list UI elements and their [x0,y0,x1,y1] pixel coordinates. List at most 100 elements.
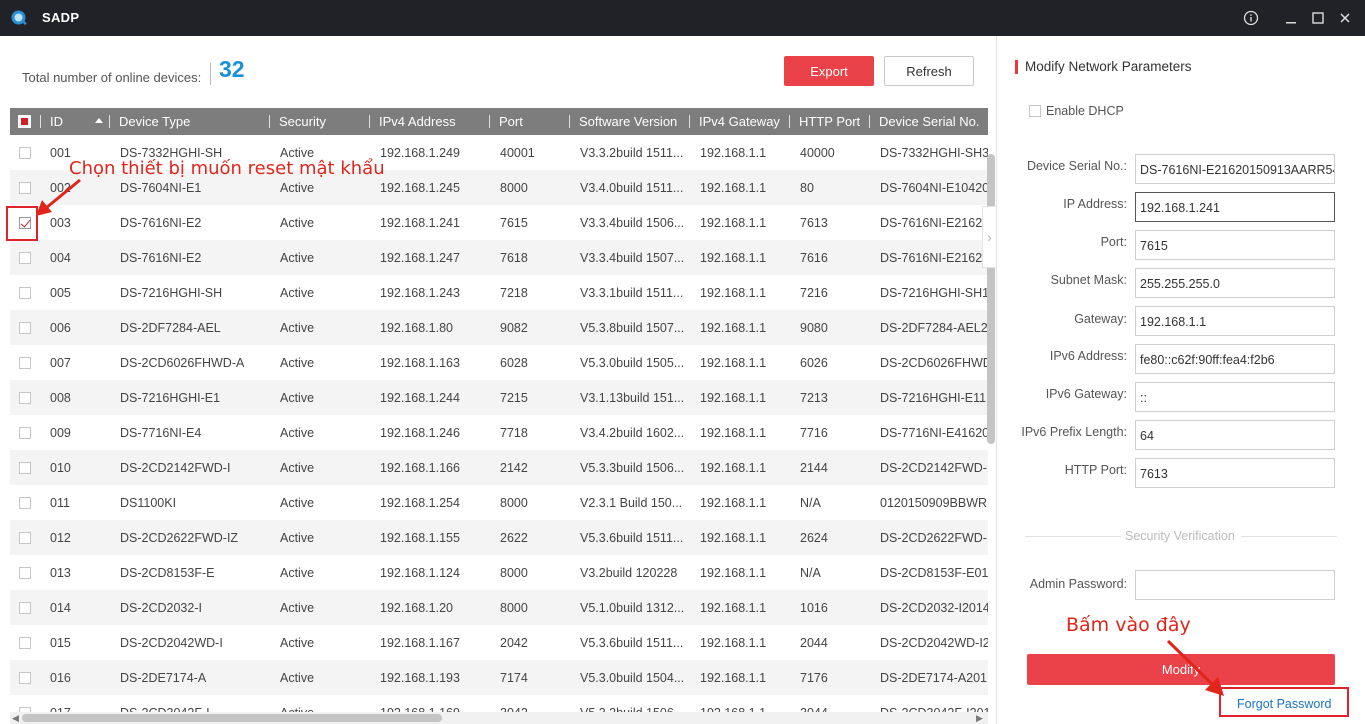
scroll-right-icon[interactable]: ▶ [976,713,983,724]
cell-ipv4-address: 192.168.1.163 [380,356,460,370]
enable-dhcp-checkbox[interactable] [1029,105,1041,117]
cell-device-type: DS-7616NI-E2 [120,216,202,230]
cell-ipv4-address: 192.168.1.249 [380,146,460,160]
table-row[interactable]: 012 DS-2CD2622FWD-IZ Active 192.168.1.155 26… [10,520,988,555]
cell-security: Active [280,531,315,545]
divider [1241,536,1337,537]
table-row[interactable]: 004 DS-7616NI-E2 Active 192.168.1.247 7618 V3… [10,240,988,275]
table-row[interactable]: 006 DS-2DF7284-AEL Active 192.168.1.80 9082 V… [10,310,988,345]
cell-software-version: V5.1.0build 1312... [580,601,685,615]
cell-device-type: DS-7604NI-E1 [120,181,202,195]
row-checkbox[interactable] [19,287,31,299]
cell-ipv4-gateway: 192.168.1.1 [700,146,767,160]
ipv6-prefix-length-field[interactable]: 64 [1135,420,1335,450]
gateway-field[interactable]: 192.168.1.1 [1135,306,1335,336]
device-list-panel: Total number of online devices: 32 Expor… [0,36,996,724]
cell-device-type: DS-7716NI-E4 [120,426,202,440]
table-row[interactable]: 013 DS-2CD8153F-E Active 192.168.1.124 8000 V… [10,555,988,590]
row-checkbox[interactable] [19,532,31,544]
ipv6-gateway-field[interactable]: :: [1135,382,1335,412]
table-row[interactable]: 008 DS-7216HGHI-E1 Active 192.168.1.244 7215… [10,380,988,415]
cell-port: 8000 [500,496,528,510]
vertical-scrollbar[interactable] [987,154,995,444]
table-row[interactable]: 015 DS-2CD2042WD-I Active 192.168.1.167 2042… [10,625,988,660]
cell-software-version: V3.3.4build 1506... [580,216,685,230]
column-header-port[interactable]: Port [499,114,523,129]
refresh-button[interactable]: Refresh [884,56,974,86]
http-port-field[interactable]: 7613 [1135,458,1335,488]
row-checkbox[interactable] [19,357,31,369]
table-row[interactable]: 003 DS-7616NI-E2 Active 192.168.1.241 7615 V3… [10,205,988,240]
serial-no-field[interactable]: DS-7616NI-E21620150913AARR54 [1135,154,1335,184]
cell-device-type: DS-7216HGHI-SH [120,286,223,300]
column-header-ipv4-address[interactable]: IPv4 Address [379,114,456,129]
security-verification-label: Security Verification [1125,529,1235,543]
cell-device-type: DS-2DF7284-AEL [120,321,221,335]
serial-no-label: Device Serial No.: [1026,159,1127,173]
cell-device-type: DS-2CD2032-I [120,601,202,615]
cell-security: Active [280,321,315,335]
cell-ipv4-gateway: 192.168.1.1 [700,426,767,440]
title-accent [1015,60,1018,74]
ip-address-field[interactable]: 192.168.1.241 [1135,192,1335,222]
minimize-icon[interactable] [1280,7,1302,29]
ipv6-address-field[interactable]: fe80::c62f:90ff:fea4:f2b6 [1135,344,1335,374]
cell-software-version: V3.3.2build 1511... [580,146,684,160]
column-header-id[interactable]: ID [50,114,63,129]
cell-device-type: DS-2CD6026FHWD-A [120,356,245,370]
table-row[interactable]: 010 DS-2CD2142FWD-I Active 192.168.1.166 214… [10,450,988,485]
cell-id: 013 [50,566,71,580]
cell-id: 016 [50,671,71,685]
scroll-left-icon[interactable]: ◀ [12,713,19,724]
collapse-panel-handle[interactable]: › [982,206,996,268]
row-checkbox[interactable] [19,182,31,194]
forgot-password-link[interactable]: Forgot Password [1237,697,1331,711]
export-button[interactable]: Export [784,56,874,86]
row-checkbox[interactable] [19,252,31,264]
row-checkbox[interactable] [19,462,31,474]
admin-password-field[interactable] [1135,570,1335,600]
info-icon[interactable] [1240,7,1262,29]
row-checkbox[interactable] [19,567,31,579]
row-checkbox[interactable] [19,322,31,334]
divider [210,63,211,85]
row-checkbox[interactable] [19,637,31,649]
cell-ipv4-gateway: 192.168.1.1 [700,636,767,650]
column-header-ipv4-gateway[interactable]: IPv4 Gateway [699,114,780,129]
close-icon[interactable] [1334,7,1356,29]
select-all-checkbox[interactable] [18,115,31,128]
row-checkbox[interactable] [19,427,31,439]
cell-serial-no: DS-7616NI-E2162 [880,251,983,265]
column-header-http-port[interactable]: HTTP Port [799,114,860,129]
column-header-serial-no[interactable]: Device Serial No. [879,114,979,129]
row-checkbox[interactable] [19,392,31,404]
cell-http-port: 7216 [800,286,828,300]
table-row[interactable]: 016 DS-2DE7174-A Active 192.168.1.193 7174 V5… [10,660,988,695]
table-row[interactable]: 007 DS-2CD6026FHWD-A Active 192.168.1.163 60… [10,345,988,380]
cell-device-type: DS-2CD2042WD-I [120,636,223,650]
cell-port: 8000 [500,181,528,195]
table-row[interactable]: 014 DS-2CD2032-I Active 192.168.1.20 8000 V5.… [10,590,988,625]
cell-device-type: DS-2CD2142FWD-I [120,461,231,475]
horizontal-scrollbar[interactable] [22,714,442,722]
subnet-mask-field[interactable]: 255.255.255.0 [1135,268,1335,298]
row-checkbox[interactable] [19,602,31,614]
title-bar: SADP [0,0,1365,36]
cell-security: Active [280,636,315,650]
port-field[interactable]: 7615 [1135,230,1335,260]
row-checkbox[interactable] [19,672,31,684]
sort-ascending-icon[interactable] [95,118,103,123]
cell-security: Active [280,601,315,615]
column-header-device-type[interactable]: Device Type [119,114,190,129]
maximize-icon[interactable] [1307,7,1329,29]
table-row[interactable]: 005 DS-7216HGHI-SH Active 192.168.1.243 7218… [10,275,988,310]
cell-http-port: 6026 [800,356,828,370]
column-header-software-version[interactable]: Software Version [579,114,677,129]
column-header-security[interactable]: Security [279,114,326,129]
row-checkbox[interactable] [19,497,31,509]
table-row[interactable]: 009 DS-7716NI-E4 Active 192.168.1.246 7718 V3… [10,415,988,450]
table-row[interactable]: 011 DS1100KI Active 192.168.1.254 8000 V2.3.1… [10,485,988,520]
modify-button[interactable]: Modify [1027,654,1335,685]
cell-id: 014 [50,601,71,615]
row-checkbox[interactable] [19,147,31,159]
